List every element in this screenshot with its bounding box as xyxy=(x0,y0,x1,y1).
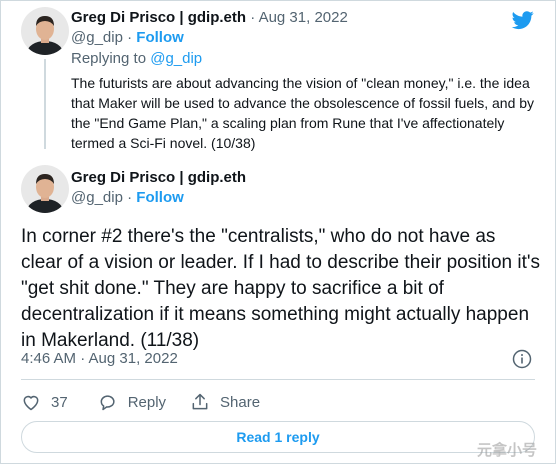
divider xyxy=(21,379,535,380)
twitter-bird-icon[interactable] xyxy=(510,9,536,31)
replying-to-prefix: Replying to xyxy=(71,50,151,67)
action-bar: 37 Reply Share xyxy=(21,390,284,414)
date-separator: · xyxy=(246,9,259,26)
handle-separator: · xyxy=(122,29,137,46)
share-upload-icon xyxy=(192,393,208,410)
author-handle[interactable]: @g_dip xyxy=(71,29,123,46)
reply-label: Reply xyxy=(127,393,167,411)
like-count: 37 xyxy=(51,393,68,411)
like-button[interactable]: 37 xyxy=(21,392,68,412)
read-replies-button[interactable]: Read 1 reply xyxy=(21,421,535,453)
heart-icon xyxy=(23,395,39,411)
tweet-timestamp[interactable]: 4:46 AM · Aug 31, 2022 xyxy=(21,350,178,367)
follow-button[interactable]: Follow xyxy=(136,189,184,206)
share-label: Share xyxy=(220,393,261,411)
tweet-text: In corner #2 there's the "centralists," … xyxy=(21,226,541,351)
author-handle-row: @g_dip · Follow xyxy=(71,189,184,206)
author-handle[interactable]: @g_dip xyxy=(71,189,123,206)
tweet-date[interactable]: Aug 31, 2022 xyxy=(259,9,348,26)
thread-connector-line xyxy=(44,59,46,149)
handle-separator: · xyxy=(122,189,137,206)
reply-button[interactable]: Reply xyxy=(98,392,166,412)
share-button[interactable]: Share xyxy=(190,392,260,412)
tweet-embed-card: Greg Di Prisco | gdip.eth · Aug 31, 2022… xyxy=(0,0,556,464)
replying-to-handle[interactable]: @g_dip xyxy=(150,50,202,67)
author-name[interactable]: Greg Di Prisco | gdip.eth · Aug 31, 2022 xyxy=(71,9,348,26)
author-name-text[interactable]: Greg Di Prisco | gdip.eth xyxy=(71,9,246,26)
author-avatar[interactable] xyxy=(21,7,69,55)
follow-button[interactable]: Follow xyxy=(136,29,184,46)
speech-bubble-icon xyxy=(100,395,115,411)
watermark-text: 元拿小号 xyxy=(477,442,538,459)
author-avatar[interactable] xyxy=(21,165,69,213)
author-handle-row: @g_dip · Follow xyxy=(71,29,184,46)
author-name[interactable]: Greg Di Prisco | gdip.eth xyxy=(71,169,246,186)
parent-tweet-text: The futurists are about advancing the vi… xyxy=(71,75,535,151)
replying-to: Replying to @g_dip xyxy=(71,50,202,67)
info-icon[interactable] xyxy=(512,349,532,369)
